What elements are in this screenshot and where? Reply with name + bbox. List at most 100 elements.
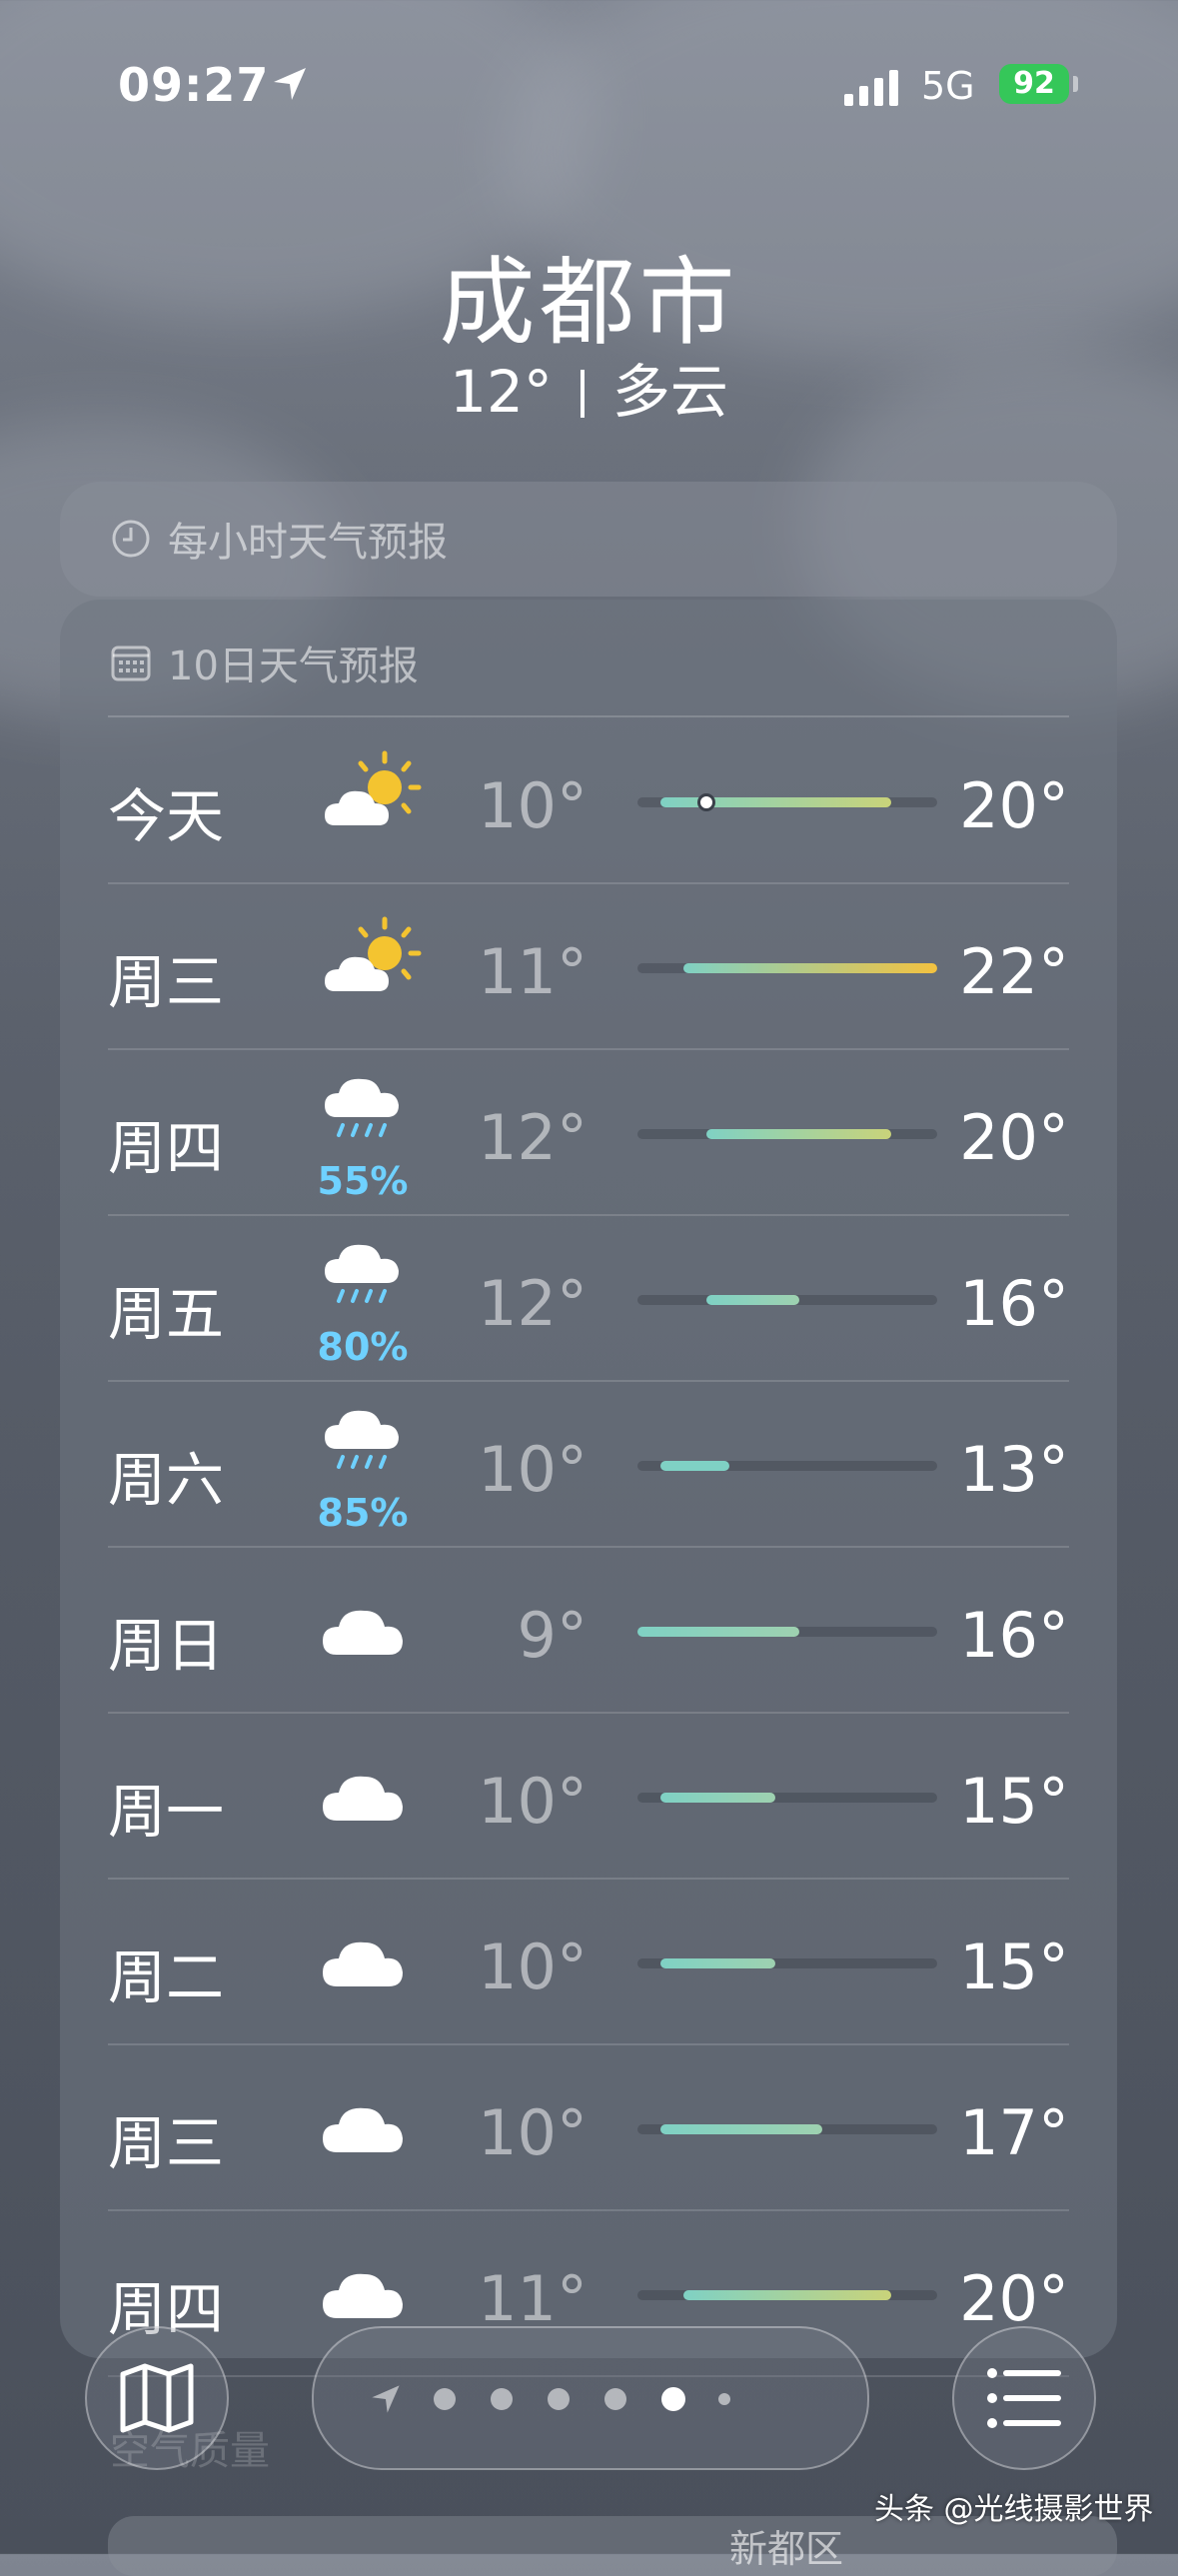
temperature-range-fill <box>660 1461 730 1471</box>
list-icon <box>987 2368 1061 2428</box>
high-temperature: 22° <box>959 935 1069 1008</box>
forecast-row[interactable]: 周日 9° 16° <box>108 1547 1069 1714</box>
cloud-icon <box>313 2066 433 2186</box>
cloud-icon <box>313 1735 433 1855</box>
high-temperature: 17° <box>959 2096 1069 2169</box>
current-condition: 多云 <box>611 358 728 426</box>
high-temperature: 16° <box>959 1267 1069 1340</box>
location-page-icon <box>372 2385 400 2413</box>
current-temperature: 12° <box>450 358 553 426</box>
temperature-range-bar <box>637 1958 937 1968</box>
temperature-range-fill <box>706 1295 799 1305</box>
page-dot[interactable] <box>718 2393 730 2405</box>
forecast-row[interactable]: 今天 10° 20° <box>108 717 1069 884</box>
high-temperature: 20° <box>959 769 1069 842</box>
high-temperature: 13° <box>959 1433 1069 1506</box>
forecast-row[interactable]: 周六 85% 10° 13° <box>108 1381 1069 1548</box>
temperature-range-bar <box>637 1461 937 1471</box>
forecast-row[interactable]: 周三 10° 17° <box>108 2044 1069 2211</box>
high-temperature: 15° <box>959 1931 1069 2003</box>
temperature-range-fill <box>683 2290 891 2300</box>
cellular-signal-icon <box>844 70 898 106</box>
forecast-day: 周三 <box>108 2109 225 2177</box>
hourly-forecast-card[interactable]: 每小时天气预报 <box>60 482 1117 597</box>
network-type: 5G <box>921 64 975 108</box>
low-temperature: 12° <box>478 1267 588 1340</box>
temperature-range-bar <box>637 963 937 973</box>
temperature-range-fill <box>683 963 937 973</box>
current-conditions: 12° 多云 <box>0 345 1178 429</box>
partly-sunny-icon <box>313 905 433 1025</box>
forecast-row[interactable]: 周二 10° 15° <box>108 1879 1069 2045</box>
city-name: 成都市 <box>439 247 739 359</box>
page-dot[interactable] <box>661 2387 685 2411</box>
low-temperature: 10° <box>478 1433 588 1506</box>
forecast-day: 周日 <box>108 1612 225 1680</box>
precipitation-chance: 55% <box>317 1159 409 1203</box>
air-quality-district: 新都区 <box>729 2527 844 2571</box>
high-temperature: 20° <box>959 1101 1069 1174</box>
low-temperature: 10° <box>478 769 588 842</box>
hourly-forecast-title: 每小时天气预报 <box>168 520 448 566</box>
calendar-icon <box>111 645 151 681</box>
temperature-range-bar <box>637 1793 937 1803</box>
page-dot[interactable] <box>434 2388 456 2410</box>
forecast-day: 周二 <box>108 1943 225 2011</box>
low-temperature: 12° <box>478 1101 588 1174</box>
clock-icon <box>112 520 150 558</box>
divider <box>580 370 585 418</box>
page-dot[interactable] <box>491 2388 513 2410</box>
page-dot[interactable] <box>548 2388 570 2410</box>
air-quality-title: 空气质量 <box>110 2428 270 2474</box>
temperature-range-fill <box>660 1958 776 1968</box>
ten-day-forecast-card[interactable]: 10日天气预报 今天 10° 20° 周三 11° 22° 周四 55% 12° 20° 周五 80%… <box>60 600 1117 2377</box>
ten-day-forecast-title: 10日天气预报 <box>168 644 419 689</box>
temperature-range-bar <box>637 2290 937 2300</box>
partly-sunny-icon <box>313 739 433 859</box>
temperature-range-bar <box>637 2124 937 2134</box>
forecast-row[interactable]: 周四 55% 12° 20° <box>108 1049 1069 1216</box>
low-temperature: 10° <box>478 1765 588 1838</box>
temperature-range-fill <box>660 797 891 807</box>
temperature-range-bar <box>637 1627 937 1637</box>
city-list-button[interactable] <box>952 2326 1096 2470</box>
rain-cloud-icon <box>313 1385 433 1505</box>
forecast-day: 周五 <box>108 1280 225 1348</box>
battery-icon: 92 <box>999 64 1069 104</box>
forecast-day: 今天 <box>108 782 225 850</box>
temperature-range-fill <box>660 2124 822 2134</box>
precipitation-chance: 80% <box>317 1325 409 1369</box>
forecast-row[interactable]: 周一 10° 15° <box>108 1713 1069 1880</box>
low-temperature: 11° <box>478 935 588 1008</box>
temperature-range-fill <box>706 1129 891 1139</box>
status-time: 09:27 <box>118 58 270 112</box>
forecast-day: 周四 <box>108 1114 225 1182</box>
hourly-forecast-header: 每小时天气预报 <box>110 510 448 568</box>
location-arrow-icon <box>274 68 306 100</box>
forecast-day: 周三 <box>108 948 225 1016</box>
temperature-range-fill <box>637 1627 799 1637</box>
battery-tip <box>1073 76 1078 92</box>
precipitation-chance: 85% <box>317 1491 409 1535</box>
page-dot[interactable] <box>604 2388 626 2410</box>
status-bar: 09:27 5G 92 <box>0 58 1178 118</box>
rain-cloud-icon <box>313 1219 433 1339</box>
cloud-icon <box>313 1569 433 1689</box>
forecast-row[interactable]: 周五 80% 12° 16° <box>108 1215 1069 1382</box>
low-temperature: 9° <box>517 1599 588 1672</box>
temperature-range-bar <box>637 1295 937 1305</box>
high-temperature: 16° <box>959 1599 1069 1672</box>
low-temperature: 10° <box>478 1931 588 2003</box>
temperature-range-fill <box>660 1793 776 1803</box>
forecast-row[interactable]: 周三 11° 22° <box>108 883 1069 1050</box>
rain-cloud-icon <box>313 1053 433 1173</box>
forecast-day: 周六 <box>108 1446 225 1514</box>
high-temperature: 15° <box>959 1765 1069 1838</box>
page-indicator[interactable] <box>312 2326 869 2470</box>
low-temperature: 10° <box>478 2096 588 2169</box>
current-temperature-marker <box>697 793 716 811</box>
watermark: 头条 @光线摄影世界 <box>874 2492 1154 2527</box>
temperature-range-bar <box>637 793 937 811</box>
low-temperature: 11° <box>478 2262 588 2335</box>
ten-day-forecast-header: 10日天气预报 <box>110 634 419 691</box>
